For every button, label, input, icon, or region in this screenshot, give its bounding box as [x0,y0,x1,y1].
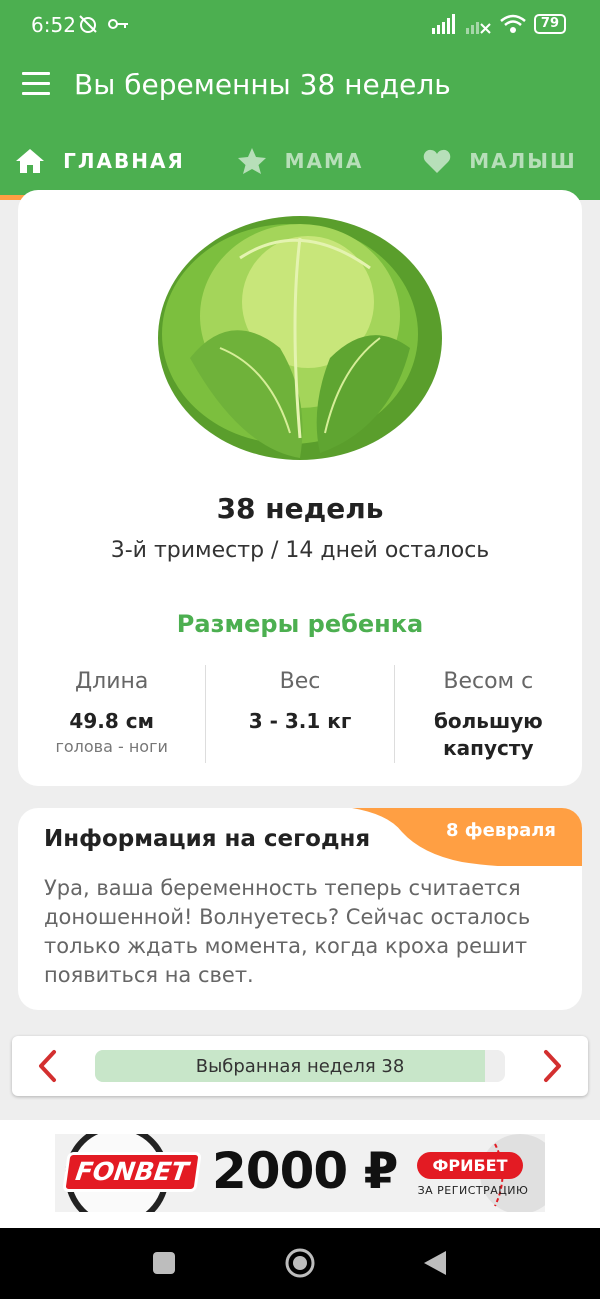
alarm-off-icon [79,15,97,33]
week-title: 38 недель [216,492,384,525]
tab-baby-label: МАЛЫШ [469,149,577,173]
status-time: 6:52 [31,13,76,37]
baby-sizes-title: Размеры ребенка [176,610,424,638]
back-button[interactable] [422,1249,448,1277]
stat-weight: Вес 3 - 3.1 кг [205,665,393,763]
signal-icon [431,14,455,34]
ad-banner[interactable]: FONBET 2000 ₽ ФРИБЕТ ЗА РЕГИСТРАЦИЮ [55,1134,545,1212]
wifi-icon [500,14,526,33]
system-nav-bar [0,1228,600,1299]
info-text: Ура, ваша беременность теперь считается … [44,876,531,987]
status-right-icons: 79 [431,14,566,34]
tab-main-label: ГЛАВНАЯ [63,149,185,173]
battery-indicator: 79 [533,14,566,34]
stat-length: Длина 49.8 см голова - ноги [18,665,205,763]
tab-mom[interactable]: МАМА [200,122,400,200]
info-date: 8 февраля [445,820,556,841]
home-button[interactable] [284,1247,316,1279]
info-card: 8 февраля Информация на сегодня Ура, ваш… [18,808,582,1010]
stat-compare-label: Весом с [443,669,534,694]
app-title: Вы беременны 38 недель [74,68,451,101]
stat-length-note: голова - ноги [55,737,168,756]
menu-button[interactable] [22,72,52,100]
ad-freebet-badge: ФРИБЕТ [417,1152,523,1179]
week-subtitle: 3-й триместр / 14 дней осталось [110,538,490,563]
stat-compare: Весом с большую капусту [393,665,582,763]
selected-week-label: Выбранная неделя 38 [195,1055,405,1077]
signal-no-service-icon [465,22,491,34]
info-title: Информация на сегодня [44,826,371,852]
status-bar: 6:52 79 [0,0,600,50]
status-left-icons [76,12,130,36]
heart-icon [424,149,451,173]
ad-brand-logo: FONBET [62,1152,202,1192]
stat-compare-value: большую капусту [433,709,543,760]
recents-button[interactable] [152,1251,176,1275]
app-bar: Вы беременны 38 недель [0,50,600,122]
ad-amount: 2000 ₽ [212,1142,398,1200]
baby-stats: Длина 49.8 см голова - ноги Вес 3 - 3.1 … [18,665,582,763]
tab-mom-label: МАМА [284,149,364,173]
tab-bar: ГЛАВНАЯ МАМА МАЛЫШ [0,122,600,200]
tab-baby[interactable]: МАЛЫШ [400,122,600,200]
key-icon [108,19,128,29]
prev-week-button[interactable] [34,1049,64,1083]
week-progress-bar[interactable]: Выбранная неделя 38 [95,1050,505,1082]
next-week-button[interactable] [536,1049,566,1083]
week-navigator: Выбранная неделя 38 [12,1036,588,1096]
stat-length-value: 49.8 см [69,709,154,733]
home-icon [16,149,45,173]
week-card: 38 недель 3-й триместр / 14 дней осталос… [18,190,582,786]
stat-weight-value: 3 - 3.1 кг [248,709,352,733]
stat-length-label: Длина [74,669,149,694]
ad-caption: ЗА РЕГИСТРАЦИЮ [417,1184,529,1197]
ad-area: FONBET 2000 ₽ ФРИБЕТ ЗА РЕГИСТРАЦИЮ [0,1120,600,1228]
stat-weight-label: Вес [279,669,321,694]
tab-main[interactable]: ГЛАВНАЯ [0,122,200,200]
cabbage-illustration [158,216,442,460]
star-icon [237,148,266,174]
